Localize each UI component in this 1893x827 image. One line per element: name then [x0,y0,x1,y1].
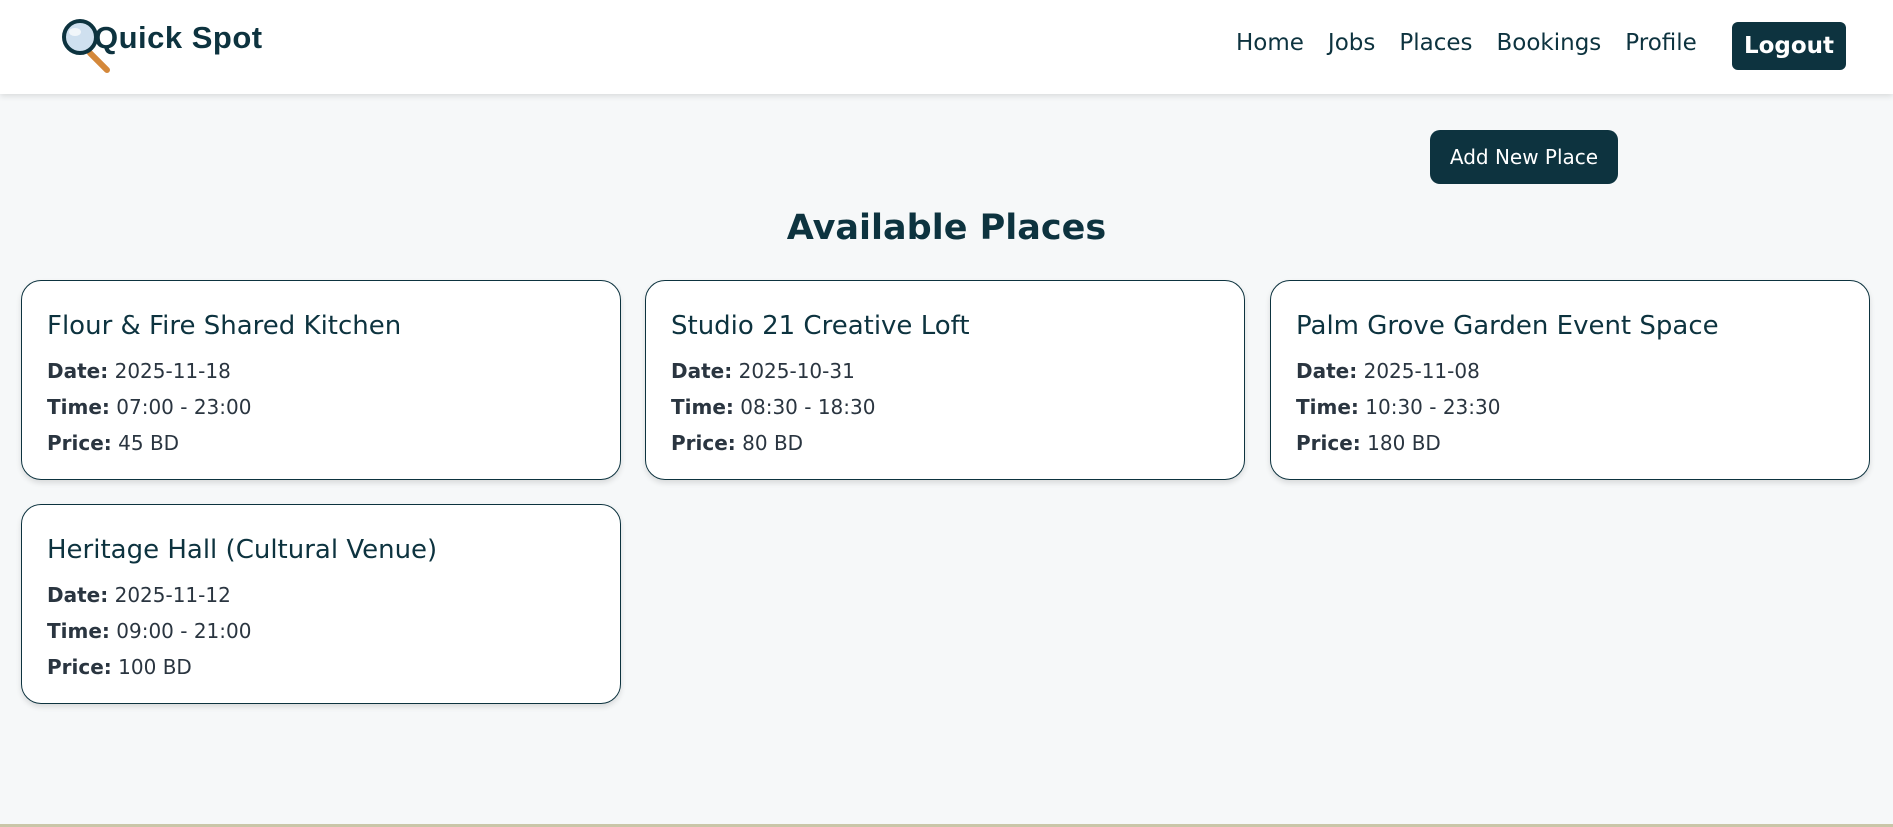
price-label: Price: [1296,431,1361,455]
place-time: Time: 07:00 - 23:00 [47,389,595,425]
logout-button[interactable]: Logout [1732,22,1846,70]
nav-link-places[interactable]: Places [1399,30,1472,56]
date-value: 2025-11-08 [1363,359,1480,383]
time-value: 07:00 - 23:00 [116,395,252,419]
date-value: 2025-11-18 [114,359,231,383]
place-name: Palm Grove Garden Event Space [1296,311,1719,341]
place-date: Date: 2025-11-12 [47,577,595,613]
time-value: 08:30 - 18:30 [740,395,876,419]
nav-link-jobs[interactable]: Jobs [1328,30,1375,56]
price-label: Price: [671,431,736,455]
place-price: Price: 180 BD [1296,425,1844,461]
price-label: Price: [47,431,112,455]
time-label: Time: [671,395,734,419]
top-nav-bar: Quick Spot Home Jobs Places Bookings Pro… [0,0,1893,94]
place-name: Heritage Hall (Cultural Venue) [47,535,438,565]
date-label: Date: [1296,359,1358,383]
price-value: 100 BD [118,655,192,679]
price-value: 180 BD [1367,431,1441,455]
place-price: Price: 100 BD [47,649,595,685]
nav-link-profile[interactable]: Profile [1625,30,1697,56]
logo[interactable]: Quick Spot [62,16,262,74]
place-card[interactable]: Flour & Fire Shared Kitchen Date: 2025-1… [21,280,621,480]
place-card[interactable]: Palm Grove Garden Event Space Date: 2025… [1270,280,1870,480]
place-name: Studio 21 Creative Loft [671,311,970,341]
place-date: Date: 2025-11-08 [1296,353,1844,389]
place-date: Date: 2025-11-18 [47,353,595,389]
date-value: 2025-10-31 [738,359,855,383]
place-card[interactable]: Studio 21 Creative Loft Date: 2025-10-31… [645,280,1245,480]
nav-links: Home Jobs Places Bookings Profile [1236,30,1721,56]
nav-link-bookings[interactable]: Bookings [1497,30,1602,56]
add-new-place-button[interactable]: Add New Place [1430,130,1618,184]
place-card[interactable]: Heritage Hall (Cultural Venue) Date: 202… [21,504,621,704]
time-label: Time: [47,619,110,643]
price-value: 80 BD [742,431,804,455]
place-time: Time: 09:00 - 21:00 [47,613,595,649]
time-value: 09:00 - 21:00 [116,619,252,643]
date-label: Date: [671,359,733,383]
date-label: Date: [47,583,109,607]
price-label: Price: [47,655,112,679]
page-title: Available Places [786,208,1107,248]
place-price: Price: 45 BD [47,425,595,461]
place-name: Flour & Fire Shared Kitchen [47,311,402,341]
place-time: Time: 10:30 - 23:30 [1296,389,1844,425]
date-value: 2025-11-12 [114,583,231,607]
time-label: Time: [1296,395,1359,419]
price-value: 45 BD [118,431,180,455]
nav-link-home[interactable]: Home [1236,30,1304,56]
place-price: Price: 80 BD [671,425,1219,461]
time-value: 10:30 - 23:30 [1365,395,1501,419]
date-label: Date: [47,359,109,383]
logo-text: Quick Spot [94,20,263,55]
time-label: Time: [47,395,110,419]
place-time: Time: 08:30 - 18:30 [671,389,1219,425]
place-date: Date: 2025-10-31 [671,353,1219,389]
